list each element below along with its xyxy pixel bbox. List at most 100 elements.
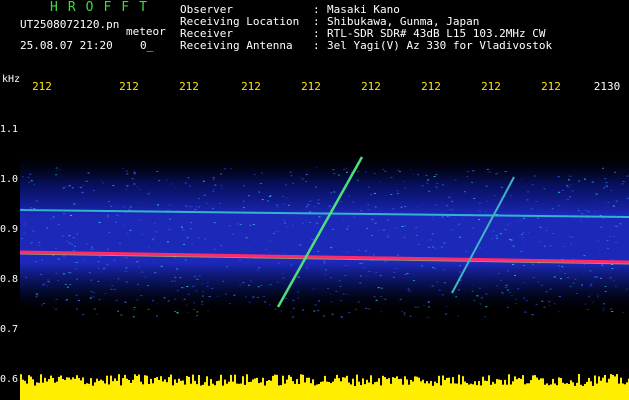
noise-speckle [147, 285, 150, 287]
noise-speckle [612, 205, 615, 207]
level-bar [566, 383, 568, 400]
noise-speckle [415, 234, 418, 236]
noise-speckle [125, 188, 128, 190]
noise-speckle [333, 191, 336, 193]
noise-speckle [141, 233, 144, 235]
level-bar [198, 375, 200, 400]
noise-speckle [58, 223, 60, 225]
level-bar [488, 375, 490, 400]
level-bar [74, 378, 76, 400]
level-bar [164, 379, 166, 400]
noise-speckle [201, 301, 204, 303]
noise-speckle [239, 284, 242, 286]
noise-speckle [232, 233, 234, 235]
noise-speckle [323, 260, 326, 262]
noise-speckle [323, 315, 326, 317]
noise-speckle [411, 173, 414, 175]
noise-speckle [136, 299, 139, 301]
noise-speckle [277, 231, 280, 232]
noise-speckle [565, 185, 568, 187]
noise-speckle [558, 191, 561, 193]
noise-speckle [450, 229, 453, 231]
noise-speckle [373, 296, 376, 298]
level-bar [416, 376, 418, 400]
noise-speckle [269, 284, 272, 286]
noise-speckle [228, 225, 231, 227]
noise-speckle [515, 298, 517, 300]
noise-speckle [326, 207, 329, 209]
level-bar [196, 384, 198, 400]
noise-speckle [532, 276, 535, 278]
noise-speckle [591, 181, 594, 183]
x-tick: 212 [32, 80, 52, 93]
level-bar [486, 381, 488, 400]
noise-speckle [32, 230, 35, 232]
level-bar [96, 378, 98, 400]
noise-speckle [261, 199, 264, 201]
noise-speckle [141, 202, 144, 204]
noise-speckle [30, 180, 33, 182]
noise-speckle [545, 230, 548, 232]
noise-speckle [330, 301, 333, 303]
noise-speckle [365, 275, 368, 277]
noise-speckle [300, 177, 303, 179]
noise-speckle [371, 218, 374, 220]
noise-speckle [564, 272, 567, 274]
noise-speckle [595, 199, 597, 201]
level-bar [172, 385, 174, 400]
noise-speckle [252, 224, 255, 225]
noise-speckle [309, 200, 312, 202]
noise-speckle [305, 174, 308, 176]
noise-speckle [403, 314, 406, 316]
noise-speckle [76, 233, 79, 235]
noise-speckle [472, 227, 474, 229]
noise-speckle [76, 232, 79, 234]
noise-speckle [374, 222, 377, 224]
noise-speckle [176, 290, 179, 292]
level-bar [432, 385, 434, 400]
noise-speckle [332, 169, 335, 171]
noise-speckle [593, 276, 596, 278]
level-bar [364, 384, 366, 400]
level-bar [354, 386, 356, 400]
level-bar [114, 378, 116, 400]
level-bar [220, 374, 222, 400]
noise-speckle [397, 238, 400, 240]
level-bar [444, 380, 446, 400]
level-bar [406, 379, 408, 400]
level-bar [502, 384, 504, 400]
noise-speckle [379, 252, 382, 254]
noise-speckle [427, 316, 430, 318]
noise-speckle [120, 314, 123, 316]
noise-speckle [302, 309, 305, 311]
noise-speckle [611, 268, 614, 270]
noise-speckle [340, 263, 343, 265]
noise-speckle [414, 306, 417, 308]
level-bar [548, 385, 550, 400]
noise-speckle [480, 297, 483, 299]
level-bar [44, 377, 46, 400]
noise-speckle [473, 299, 476, 301]
noise-speckle [380, 287, 383, 289]
x-tick: 212 [541, 80, 561, 93]
noise-speckle [74, 245, 76, 247]
noise-speckle [233, 294, 236, 296]
noise-speckle [512, 232, 515, 234]
noise-speckle [55, 272, 58, 274]
level-bar [236, 383, 238, 400]
noise-speckle [55, 308, 58, 310]
noise-speckle [242, 282, 245, 284]
noise-speckle [569, 236, 572, 238]
noise-speckle [496, 237, 499, 239]
noise-speckle [387, 234, 390, 236]
level-bar [34, 385, 36, 400]
level-bar [240, 383, 242, 400]
noise-speckle [309, 222, 312, 223]
level-bar [122, 378, 124, 400]
noise-speckle [558, 205, 561, 207]
noise-speckle [524, 310, 527, 312]
noise-speckle [606, 240, 609, 241]
noise-speckle [539, 226, 542, 228]
noise-speckle [622, 181, 625, 182]
noise-speckle [549, 245, 552, 247]
